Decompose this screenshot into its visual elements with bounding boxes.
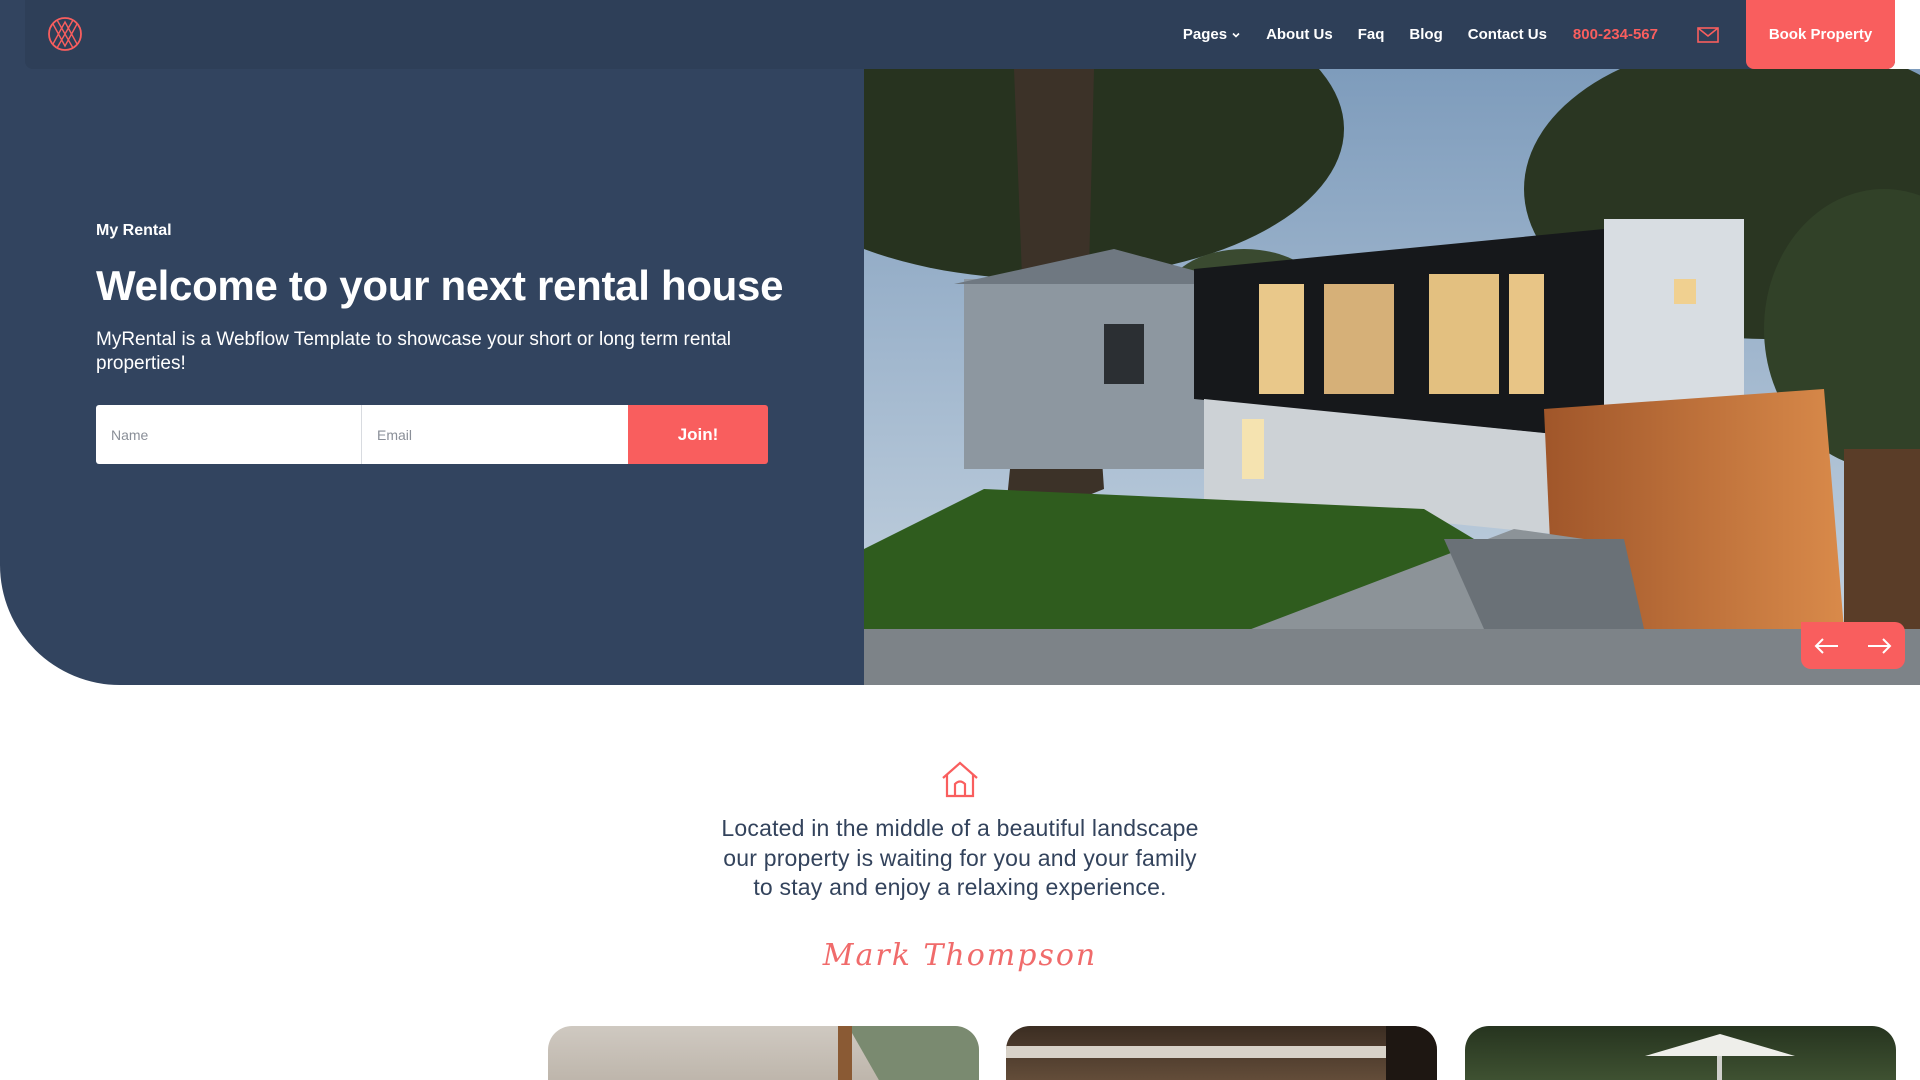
arrow-right-icon[interactable] [1866, 637, 1892, 655]
mail-icon[interactable] [1697, 26, 1719, 44]
top-navbar: Pages About Us Faq Blog Contact Us 800-2… [25, 0, 1895, 69]
chevron-down-icon [1232, 32, 1240, 38]
nav-link-label: Pages [1182, 26, 1228, 43]
property-card-image[interactable] [1006, 1026, 1437, 1080]
phone-link[interactable]: 800-234-567 [1573, 26, 1658, 43]
email-field[interactable] [362, 405, 628, 464]
newsletter-form: Join! [96, 405, 768, 464]
slider-controls [1801, 622, 1905, 669]
intro-text: Located in the middle of a beautiful lan… [721, 815, 1199, 900]
hero-eyebrow: My Rental [96, 222, 172, 239]
lattice-logo-icon[interactable] [47, 16, 83, 52]
hero-subtitle: MyRental is a Webflow Template to showca… [96, 329, 732, 374]
nav-links: Pages About Us Faq Blog Contact Us 800-2… [1183, 0, 1719, 69]
book-property-button[interactable]: Book Property [1746, 0, 1895, 69]
hero-house-photo [864, 69, 1920, 685]
nav-link-contact-us[interactable]: Contact Us [1468, 26, 1547, 43]
arrow-left-icon[interactable] [1814, 637, 1840, 655]
nav-link-blog[interactable]: Blog [1409, 26, 1442, 43]
name-field[interactable] [96, 405, 362, 464]
signature: Mark Thompson [822, 938, 1098, 973]
nav-link-pages[interactable]: Pages [1183, 26, 1241, 43]
nav-link-about-us[interactable]: About Us [1266, 26, 1333, 43]
house-icon [942, 761, 978, 798]
nav-link-faq[interactable]: Faq [1358, 26, 1385, 43]
property-card-image[interactable] [1465, 1026, 1896, 1080]
join-button[interactable]: Join! [628, 405, 768, 464]
property-card-image[interactable] [548, 1026, 979, 1080]
hero-title: Welcome to your next rental house [96, 262, 784, 309]
